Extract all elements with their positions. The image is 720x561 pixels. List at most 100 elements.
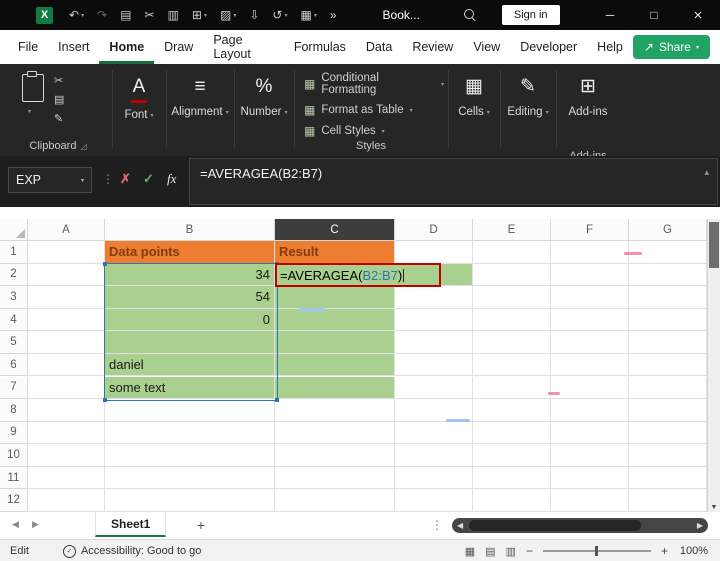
select-all-button[interactable] [0,219,28,241]
page-layout-view-icon[interactable]: ▤ [485,545,495,558]
cut-icon[interactable]: ✂ [144,8,154,22]
cell-B5[interactable] [105,331,275,354]
cell-E9[interactable] [473,422,551,445]
cell-B6[interactable]: daniel [105,354,275,377]
paste-icon[interactable] [22,74,44,102]
formula-input[interactable]: =AVERAGEA(B2:B7) ▴ [189,158,718,205]
tab-options-icon[interactable]: ⋮ [431,518,443,532]
cells-group-button[interactable]: ▦ Cells▾ [452,64,496,166]
insert-function-icon[interactable]: fx [167,171,176,187]
cell-C4[interactable] [275,309,395,332]
cell-A9[interactable] [28,422,105,445]
cell-C8[interactable] [275,399,395,422]
cell-B10[interactable] [105,444,275,467]
cell-G11[interactable] [629,467,707,490]
row-header-2[interactable]: 2 [0,264,28,287]
page-break-view-icon[interactable]: ▥ [506,545,516,558]
row-header-1[interactable]: 1 [0,241,28,264]
accessibility-status[interactable]: ✓ Accessibility: Good to go [63,545,201,558]
cell-G12[interactable] [629,489,707,512]
cell-G5[interactable] [629,331,707,354]
row-header-5[interactable]: 5 [0,331,28,354]
cell-F2[interactable] [551,264,629,287]
cell-F12[interactable] [551,489,629,512]
cell-F3[interactable] [551,286,629,309]
format-as-table-button[interactable]: ▦Format as Table▾ [304,103,444,117]
rotate-icon[interactable]: ↺▾ [272,8,287,22]
cell-B2[interactable]: 34 [105,264,275,287]
cell-G2[interactable] [629,264,707,287]
cell-A7[interactable] [28,377,105,400]
cell-D9[interactable] [395,422,473,445]
scroll-down-icon[interactable]: ▼ [708,504,720,511]
cell-F11[interactable] [551,467,629,490]
cell-D1[interactable] [395,241,473,264]
row-header-7[interactable]: 7 [0,377,28,400]
undo-icon[interactable]: ↶▾ [69,8,84,22]
cell-D5[interactable] [395,331,473,354]
maximize-button[interactable]: □ [632,0,676,30]
search-icon[interactable] [464,9,476,21]
editing-group-button[interactable]: ✎ Editing▾ [504,64,552,166]
cell-G8[interactable] [629,399,707,422]
confirm-entry-icon[interactable]: ✓ [143,171,154,187]
cell-D3[interactable] [395,286,473,309]
alignment-group-button[interactable]: ≡ Alignment▾ [170,64,230,166]
cell-E6[interactable] [473,354,551,377]
menu-tab-view[interactable]: View [463,30,510,64]
cell-G4[interactable] [629,309,707,332]
vertical-scrollbar[interactable]: ▼ [707,219,720,512]
addins-group[interactable]: ⊞ Add-ins Add-ins [560,64,616,166]
cell-D6[interactable] [395,354,473,377]
cell-A12[interactable] [28,489,105,512]
sheet-nav-right-icon[interactable]: ▶ [32,519,39,530]
sign-in-button[interactable]: Sign in [502,5,560,25]
menu-tab-help[interactable]: Help [587,30,633,64]
cell-A8[interactable] [28,399,105,422]
cell-C12[interactable] [275,489,395,512]
cell-A3[interactable] [28,286,105,309]
row-header-6[interactable]: 6 [0,354,28,377]
sheet-tab-sheet1[interactable]: Sheet1 [95,512,166,537]
cut-icon[interactable]: ✂ [54,74,64,87]
cell-styles-button[interactable]: ▦Cell Styles▾ [304,124,444,138]
cell-B9[interactable] [105,422,275,445]
zoom-level[interactable]: 100% [678,545,708,557]
cell-F7[interactable] [551,377,629,400]
menu-tab-home[interactable]: Home [99,30,154,64]
menu-tab-formulas[interactable]: Formulas [284,30,356,64]
cell-E4[interactable] [473,309,551,332]
paste-dropdown-icon[interactable]: ▾ [28,108,31,115]
zoom-in-button[interactable]: + [661,544,668,558]
cell-F9[interactable] [551,422,629,445]
name-box[interactable]: EXP ▾ [8,167,92,193]
cell-D8[interactable] [395,399,473,422]
cell-A4[interactable] [28,309,105,332]
active-cell-editor[interactable]: =AVERAGEA(B2:B7) [275,263,441,287]
collapse-formula-bar-icon[interactable]: ▴ [704,167,709,178]
cell-B7[interactable]: some text [105,377,275,400]
cell-D12[interactable] [395,489,473,512]
zoom-slider[interactable] [543,550,651,552]
column-header-E[interactable]: E [473,219,551,241]
cell-G7[interactable] [629,377,707,400]
row-header-4[interactable]: 4 [0,309,28,332]
scroll-left-icon[interactable]: ◀ [457,521,463,530]
cell-C3[interactable] [275,286,395,309]
cell-F4[interactable] [551,309,629,332]
cell-A6[interactable] [28,354,105,377]
column-header-A[interactable]: A [28,219,105,241]
sheet-nav-left-icon[interactable]: ◀ [12,519,19,530]
row-header-10[interactable]: 10 [0,444,28,467]
cell-E7[interactable] [473,377,551,400]
cell-A11[interactable] [28,467,105,490]
number-group-button[interactable]: % Number▾ [238,64,290,166]
column-header-C[interactable]: C [275,219,395,241]
close-button[interactable]: × [676,0,720,30]
cell-E8[interactable] [473,399,551,422]
cell-F8[interactable] [551,399,629,422]
paste-icon[interactable]: ▥ [168,8,179,22]
table-icon[interactable]: ▦▾ [300,8,316,22]
sort-icon[interactable]: ⇩ [249,8,259,22]
cell-C7[interactable] [275,377,395,400]
